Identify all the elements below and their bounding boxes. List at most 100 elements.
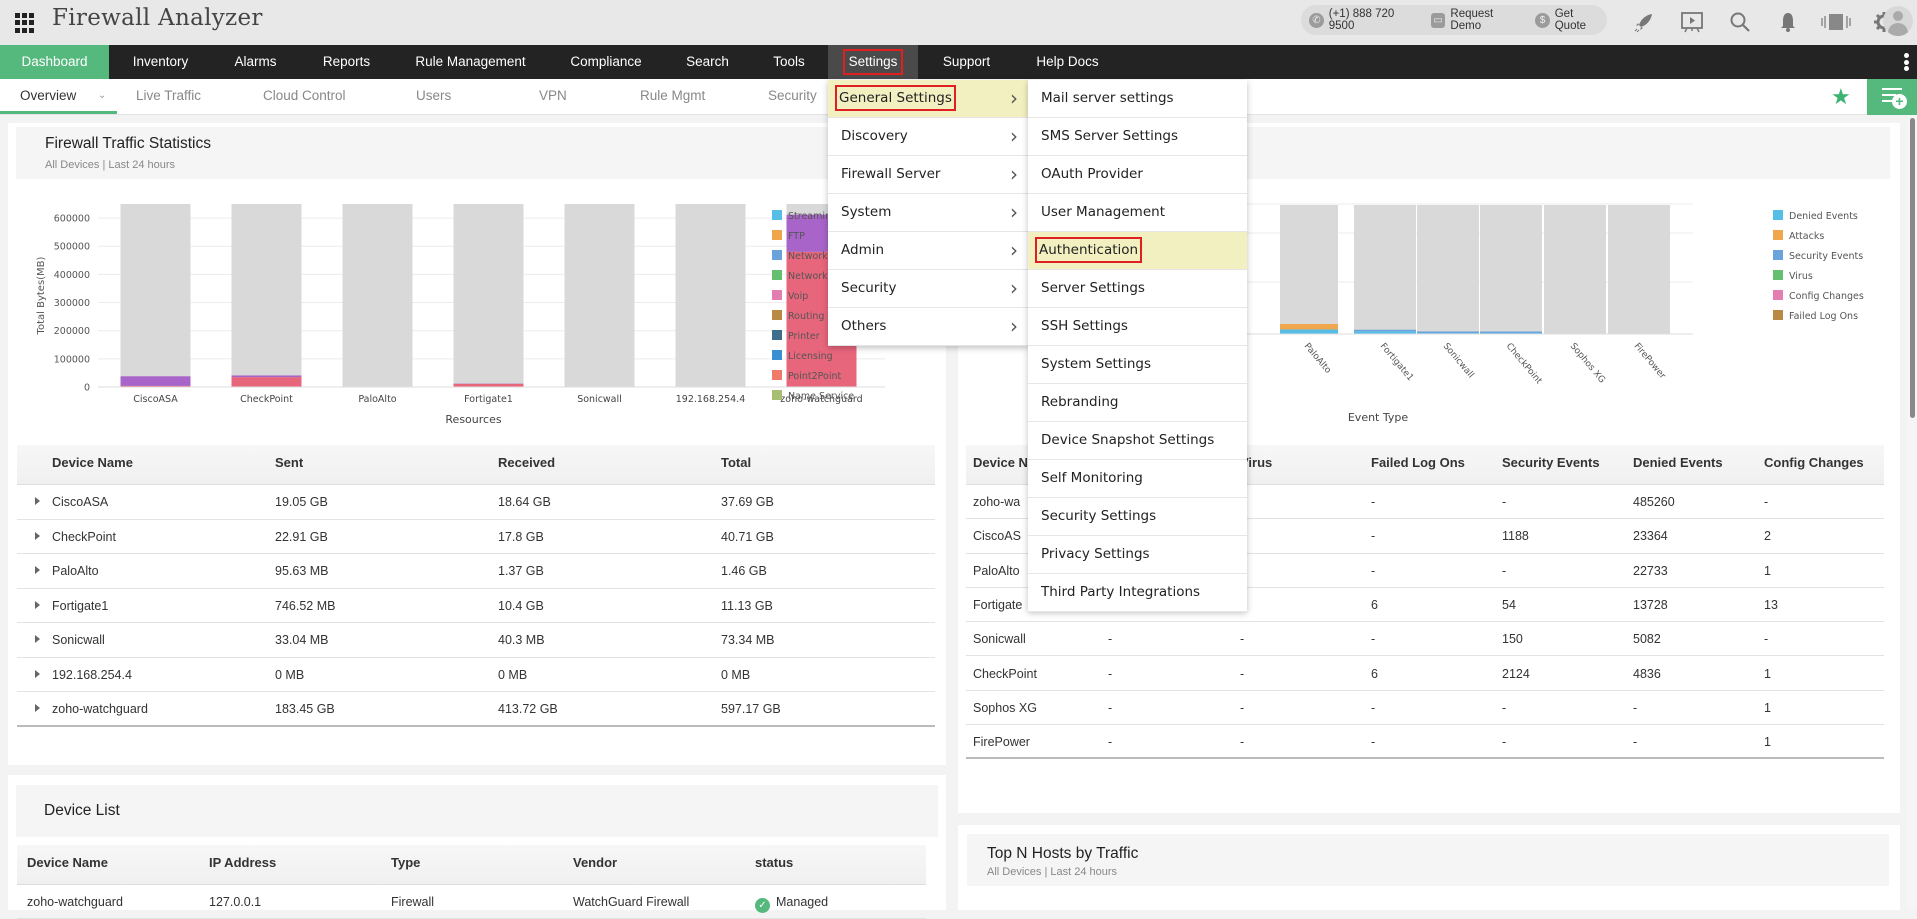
nav-help-docs[interactable]: Help Docs (1015, 45, 1120, 79)
submenu-item-server-settings[interactable]: Server Settings (1028, 270, 1247, 308)
expand-row-icon[interactable] (35, 566, 40, 574)
chevron-down-icon[interactable]: ⌄ (98, 79, 106, 113)
column-header-security-events[interactable]: Security Events (1502, 455, 1600, 470)
menu-item-firewall-server[interactable]: Firewall Server› (828, 156, 1028, 194)
menu-item-admin[interactable]: Admin› (828, 232, 1028, 270)
submenu-item-user-management[interactable]: User Management (1028, 194, 1247, 232)
legend-item[interactable]: Point2Point (772, 370, 841, 382)
nav-reports[interactable]: Reports (299, 45, 394, 79)
table-row[interactable] (966, 725, 1884, 759)
expand-row-icon[interactable] (35, 635, 40, 643)
table-row[interactable] (966, 622, 1884, 656)
menu-item-others[interactable]: Others› (828, 308, 1028, 346)
subnav-live-traffic[interactable]: Live Traffic (136, 79, 201, 115)
device-name[interactable]: CiscoASA (52, 495, 108, 509)
legend-item[interactable]: Network (772, 270, 828, 282)
page-scrollbar[interactable] (1907, 115, 1917, 910)
scrollbar-thumb[interactable] (1910, 118, 1915, 418)
get-quote-link[interactable]: Get Quote (1555, 8, 1607, 32)
nav-inventory[interactable]: Inventory (109, 45, 212, 79)
add-widget-button[interactable]: + (1867, 79, 1917, 115)
submenu-item-system-settings[interactable]: System Settings (1028, 346, 1247, 384)
expand-row-icon[interactable] (35, 704, 40, 712)
subnav-rule-mgmt[interactable]: Rule Mgmt (640, 79, 705, 115)
table-row[interactable] (966, 691, 1884, 725)
device-name[interactable]: CheckPoint (52, 530, 116, 544)
legend-item[interactable]: Attacks (1773, 230, 1824, 242)
legend-item[interactable]: Licensing (772, 350, 833, 362)
favorite-star-icon[interactable]: ★ (1831, 83, 1851, 111)
subnav-overview[interactable]: Overview (20, 79, 76, 115)
nav-search[interactable]: Search (665, 45, 750, 79)
submenu-item-mail-server-settings[interactable]: Mail server settings (1028, 80, 1247, 118)
device-name[interactable]: Fortigate1 (52, 599, 108, 613)
submenu-item-device-snapshot-settings[interactable]: Device Snapshot Settings (1028, 422, 1247, 460)
menu-item-system[interactable]: System› (828, 194, 1028, 232)
legend-item[interactable]: Security Events (1773, 250, 1863, 262)
legend-item[interactable]: Printer (772, 330, 820, 342)
device-name[interactable]: zoho-watchguard (52, 702, 148, 716)
legend-item[interactable]: Voip (772, 290, 808, 302)
cell-device-name[interactable]: zoho-watchguard (27, 895, 123, 909)
nav-tools[interactable]: Tools (750, 45, 828, 79)
app-launcher-icon[interactable] (15, 13, 35, 33)
table-row[interactable] (17, 485, 935, 520)
nav-dashboard[interactable]: Dashboard (0, 45, 109, 79)
device-name[interactable]: PaloAlto (52, 564, 99, 578)
search-icon[interactable] (1716, 6, 1764, 38)
table-row[interactable] (17, 554, 935, 589)
column-header-vendor[interactable]: Vendor (573, 855, 617, 870)
expand-row-icon[interactable] (35, 601, 40, 609)
table-row[interactable] (17, 589, 935, 624)
column-header-failed-log-ons[interactable]: Failed Log Ons (1371, 455, 1465, 470)
device-name[interactable]: Sonicwall (52, 633, 105, 647)
legend-item[interactable]: Name Service (772, 390, 854, 402)
menu-item-general-settings[interactable]: General Settings› (828, 80, 1028, 118)
phone-number[interactable]: (+1) 888 720 9500 (1329, 8, 1422, 32)
license-icon[interactable] (1812, 6, 1860, 38)
table-row[interactable] (17, 623, 935, 658)
table-row[interactable] (17, 520, 935, 555)
nav-compliance[interactable]: Compliance (547, 45, 665, 79)
column-header-total[interactable]: Total (721, 455, 751, 470)
submenu-item-third-party-integrations[interactable]: Third Party Integrations (1028, 574, 1247, 612)
submenu-item-ssh-settings[interactable]: SSH Settings (1028, 308, 1247, 346)
nav-settings[interactable]: Settings (828, 45, 918, 79)
subnav-security[interactable]: Security (768, 79, 817, 115)
expand-row-icon[interactable] (35, 532, 40, 540)
nav-alarms[interactable]: Alarms (212, 45, 299, 79)
column-header-device-name[interactable]: Device Name (27, 855, 108, 870)
column-header-device-name[interactable]: Device Name (52, 455, 133, 470)
nav-rule-management[interactable]: Rule Management (394, 45, 547, 79)
more-options-icon[interactable] (1904, 53, 1909, 71)
column-header-status[interactable]: status (755, 855, 793, 870)
nav-support[interactable]: Support (918, 45, 1015, 79)
column-header-type[interactable]: Type (391, 855, 420, 870)
table-row[interactable] (966, 657, 1884, 691)
submenu-item-oauth-provider[interactable]: OAuth Provider (1028, 156, 1247, 194)
legend-item[interactable]: Network (772, 250, 828, 262)
rocket-icon[interactable] (1620, 6, 1668, 38)
submenu-item-privacy-settings[interactable]: Privacy Settings (1028, 536, 1247, 574)
legend-item[interactable]: Denied Events (1773, 210, 1858, 222)
submenu-item-security-settings[interactable]: Security Settings (1028, 498, 1247, 536)
table-row[interactable] (17, 692, 935, 727)
legend-item[interactable]: Config Changes (1773, 290, 1864, 302)
legend-item[interactable]: Failed Log Ons (1773, 310, 1858, 322)
submenu-item-sms-server-settings[interactable]: SMS Server Settings (1028, 118, 1247, 156)
table-row[interactable] (17, 658, 935, 693)
submenu-item-self-monitoring[interactable]: Self Monitoring (1028, 460, 1247, 498)
column-header-received[interactable]: Received (498, 455, 555, 470)
device-name[interactable]: 192.168.254.4 (52, 668, 132, 682)
bell-icon[interactable] (1764, 6, 1812, 38)
legend-item[interactable]: FTP (772, 230, 805, 242)
expand-row-icon[interactable] (35, 670, 40, 678)
submenu-item-authentication[interactable]: Authentication (1028, 232, 1247, 270)
user-avatar[interactable] (1883, 6, 1913, 36)
legend-item[interactable]: Virus (1773, 270, 1813, 282)
menu-item-discovery[interactable]: Discovery› (828, 118, 1028, 156)
subnav-cloud-control[interactable]: Cloud Control (263, 79, 346, 115)
column-header-denied-events[interactable]: Denied Events (1633, 455, 1723, 470)
submenu-item-rebranding[interactable]: Rebranding (1028, 384, 1247, 422)
column-header-device-n[interactable]: Device N (973, 455, 1028, 470)
